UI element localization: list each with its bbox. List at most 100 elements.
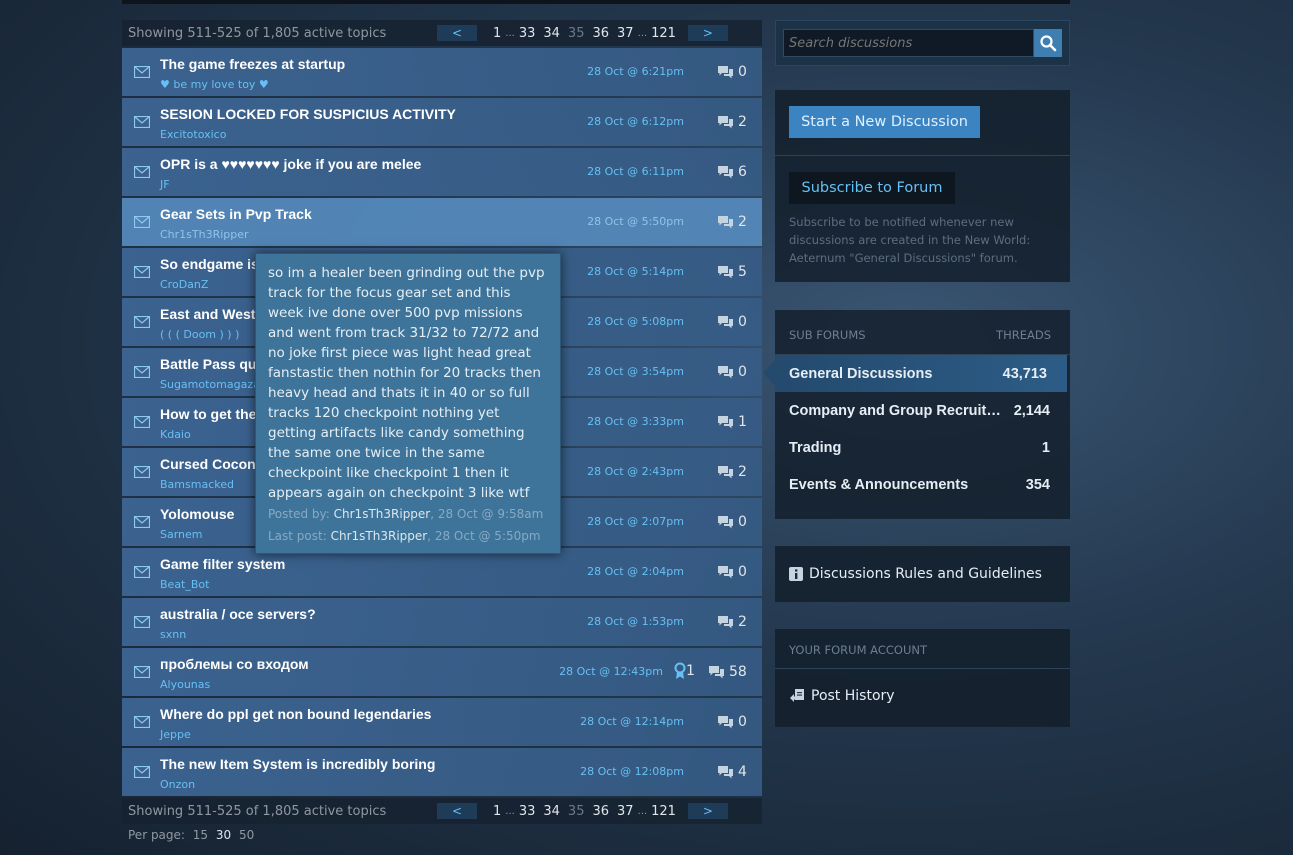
topic-replies: 6 [717, 164, 747, 180]
per-page-option[interactable]: 15 [193, 828, 208, 842]
topic-author[interactable]: Sarnem [160, 528, 203, 541]
envelope-icon [134, 516, 150, 528]
topic-replies: 0 [717, 564, 747, 580]
subforums-panel: SUB FORUMS THREADS General Discussions 4… [775, 310, 1070, 519]
search-icon [1040, 35, 1057, 52]
topic-author[interactable]: JF [160, 178, 170, 191]
subforum-general-discussions[interactable]: General Discussions 43,713 [775, 355, 1067, 392]
page-link[interactable]: 1 [489, 26, 505, 41]
comments-icon [718, 616, 733, 629]
comments-icon [718, 66, 733, 79]
page-link[interactable]: 1 [489, 804, 505, 819]
topic-title[interactable]: Yolomouse [160, 506, 234, 522]
post-history-icon [790, 689, 804, 702]
topic-replies: 2 [717, 464, 747, 480]
search-input[interactable] [783, 29, 1034, 57]
topic-title[interactable]: SESION LOCKED FOR SUSPICIUS ACTIVITY [160, 106, 456, 122]
topic-author[interactable]: ♥ be my love toy ♥ [160, 78, 269, 91]
page-link[interactable]: 36 [588, 804, 613, 819]
topic-title[interactable]: The new Item System is incredibly boring [160, 756, 435, 772]
per-page-label: Per page: [128, 828, 185, 842]
search-button[interactable] [1034, 29, 1062, 57]
reply-count: 0 [738, 364, 747, 380]
threads-title: THREADS [996, 328, 1051, 342]
page-link[interactable]: 34 [539, 804, 564, 819]
tooltip-last-post: Last post: Chr1sTh3Ripper, 28 Oct @ 5:50… [268, 525, 548, 547]
topic-row[interactable]: Where do ppl get non bound legendaries Je… [122, 698, 762, 746]
rules-label: Discussions Rules and Guidelines [809, 566, 1042, 582]
topic-author[interactable]: Jeppe [160, 728, 191, 741]
topic-row[interactable]: The game freezes at startup ♥ be my love … [122, 48, 762, 96]
subforum-trading[interactable]: Trading 1 [775, 429, 1070, 466]
topic-author[interactable]: Chr1sTh3Ripper [160, 228, 249, 241]
comments-icon [718, 716, 733, 729]
subforum-events-announcements[interactable]: Events & Announcements 354 [775, 466, 1070, 503]
topic-title[interactable]: australia / oce servers? [160, 606, 316, 622]
topic-title[interactable]: Where do ppl get non bound legendaries [160, 706, 431, 722]
topic-author[interactable]: Onzon [160, 778, 195, 791]
topic-row[interactable]: SESION LOCKED FOR SUSPICIUS ACTIVITY Exci… [122, 98, 762, 146]
topic-title[interactable]: Cursed Cocon [160, 456, 256, 472]
per-page-option[interactable]: 50 [239, 828, 254, 842]
topic-title[interactable]: OPR is a ♥♥♥♥♥♥♥ joke if you are melee [160, 156, 421, 172]
topic-title[interactable]: So endgame is [160, 256, 259, 272]
divider [775, 668, 1070, 669]
topic-row[interactable]: проблемы со входом Alyounas 28 Oct @ 12:43… [122, 648, 762, 696]
topic-author[interactable]: ( ( ( Doom ) ) ) [160, 328, 239, 341]
topic-row[interactable]: The new Item System is incredibly boring… [122, 748, 762, 796]
page-link[interactable]: 34 [539, 26, 564, 41]
topic-title[interactable]: How to get the [160, 406, 256, 422]
topic-last-post-date: 28 Oct @ 3:33pm [587, 415, 684, 428]
topic-title[interactable]: Game filter system [160, 556, 285, 572]
topic-author[interactable]: Excitotoxico [160, 128, 226, 141]
topic-author[interactable]: Kdaio [160, 428, 191, 441]
post-history-link[interactable]: Post History [789, 688, 895, 704]
topic-title[interactable]: проблемы со входом [160, 656, 309, 672]
page-link[interactable]: 121 [647, 26, 680, 41]
topic-row[interactable]: Gear Sets in Pvp Track Chr1sTh3Ripper 28 O… [122, 198, 762, 246]
tooltip-posted: Posted by: Chr1sTh3Ripper, 28 Oct @ 9:58… [268, 503, 548, 525]
topic-title[interactable]: The game freezes at startup [160, 56, 345, 72]
topic-author[interactable]: Bamsmacked [160, 478, 234, 491]
page-link[interactable]: 36 [588, 26, 613, 41]
topic-title[interactable]: Battle Pass qu [160, 356, 256, 372]
subforum-name: Company and Group Recruitment [789, 402, 1011, 419]
rules-link[interactable]: Discussions Rules and Guidelines [775, 546, 1070, 602]
page-ellipsis: ... [505, 805, 515, 817]
topic-author[interactable]: sxnn [160, 628, 186, 641]
start-discussion-button[interactable]: Start a New Discussion [789, 106, 980, 138]
topic-author[interactable]: Sugamotomagazai [160, 378, 263, 391]
topic-author[interactable]: Alyounas [160, 678, 210, 691]
topic-last-post-date: 28 Oct @ 5:14pm [587, 265, 684, 278]
page-link[interactable]: 33 [515, 804, 540, 819]
account-header: YOUR FORUM ACCOUNT [789, 643, 927, 657]
subscribe-note: Subscribe to be notified whenever new di… [789, 215, 1031, 265]
award-icon [674, 662, 686, 679]
topic-title[interactable]: Gear Sets in Pvp Track [160, 206, 312, 222]
subscribe-button[interactable]: Subscribe to Forum [789, 172, 955, 204]
page-link[interactable]: 37 [613, 26, 638, 41]
envelope-icon [134, 766, 150, 778]
topic-row[interactable]: OPR is a ♥♥♥♥♥♥♥ joke if you are melee JF… [122, 148, 762, 196]
next-page-button[interactable]: > [687, 25, 728, 41]
topic-row[interactable]: australia / oce servers? sxnn 28 Oct @ 1:5… [122, 598, 762, 646]
subforum-company-recruitment[interactable]: Company and Group Recruitment 2,144 [775, 392, 1070, 429]
topic-title[interactable]: East and West [160, 306, 255, 322]
per-page-option-selected[interactable]: 30 [216, 828, 231, 842]
topic-row[interactable]: Game filter system Beat_Bot 28 Oct @ 2:04p… [122, 548, 762, 596]
reply-count: 58 [729, 664, 747, 680]
subforum-name: Trading [789, 439, 842, 456]
page-link[interactable]: 33 [515, 26, 540, 41]
envelope-icon [134, 266, 150, 278]
reply-count: 4 [738, 764, 747, 780]
page-link[interactable]: 37 [613, 804, 638, 819]
topic-author[interactable]: CroDanZ [160, 278, 208, 291]
next-page-button[interactable]: > [687, 803, 728, 819]
envelope-icon [134, 566, 150, 578]
topic-last-post-date: 28 Oct @ 6:12pm [587, 115, 684, 128]
topic-replies: 0 [717, 314, 747, 330]
topic-author[interactable]: Beat_Bot [160, 578, 209, 591]
prev-page-button[interactable]: < [437, 25, 477, 41]
prev-page-button[interactable]: < [437, 803, 477, 819]
page-link[interactable]: 121 [647, 804, 680, 819]
